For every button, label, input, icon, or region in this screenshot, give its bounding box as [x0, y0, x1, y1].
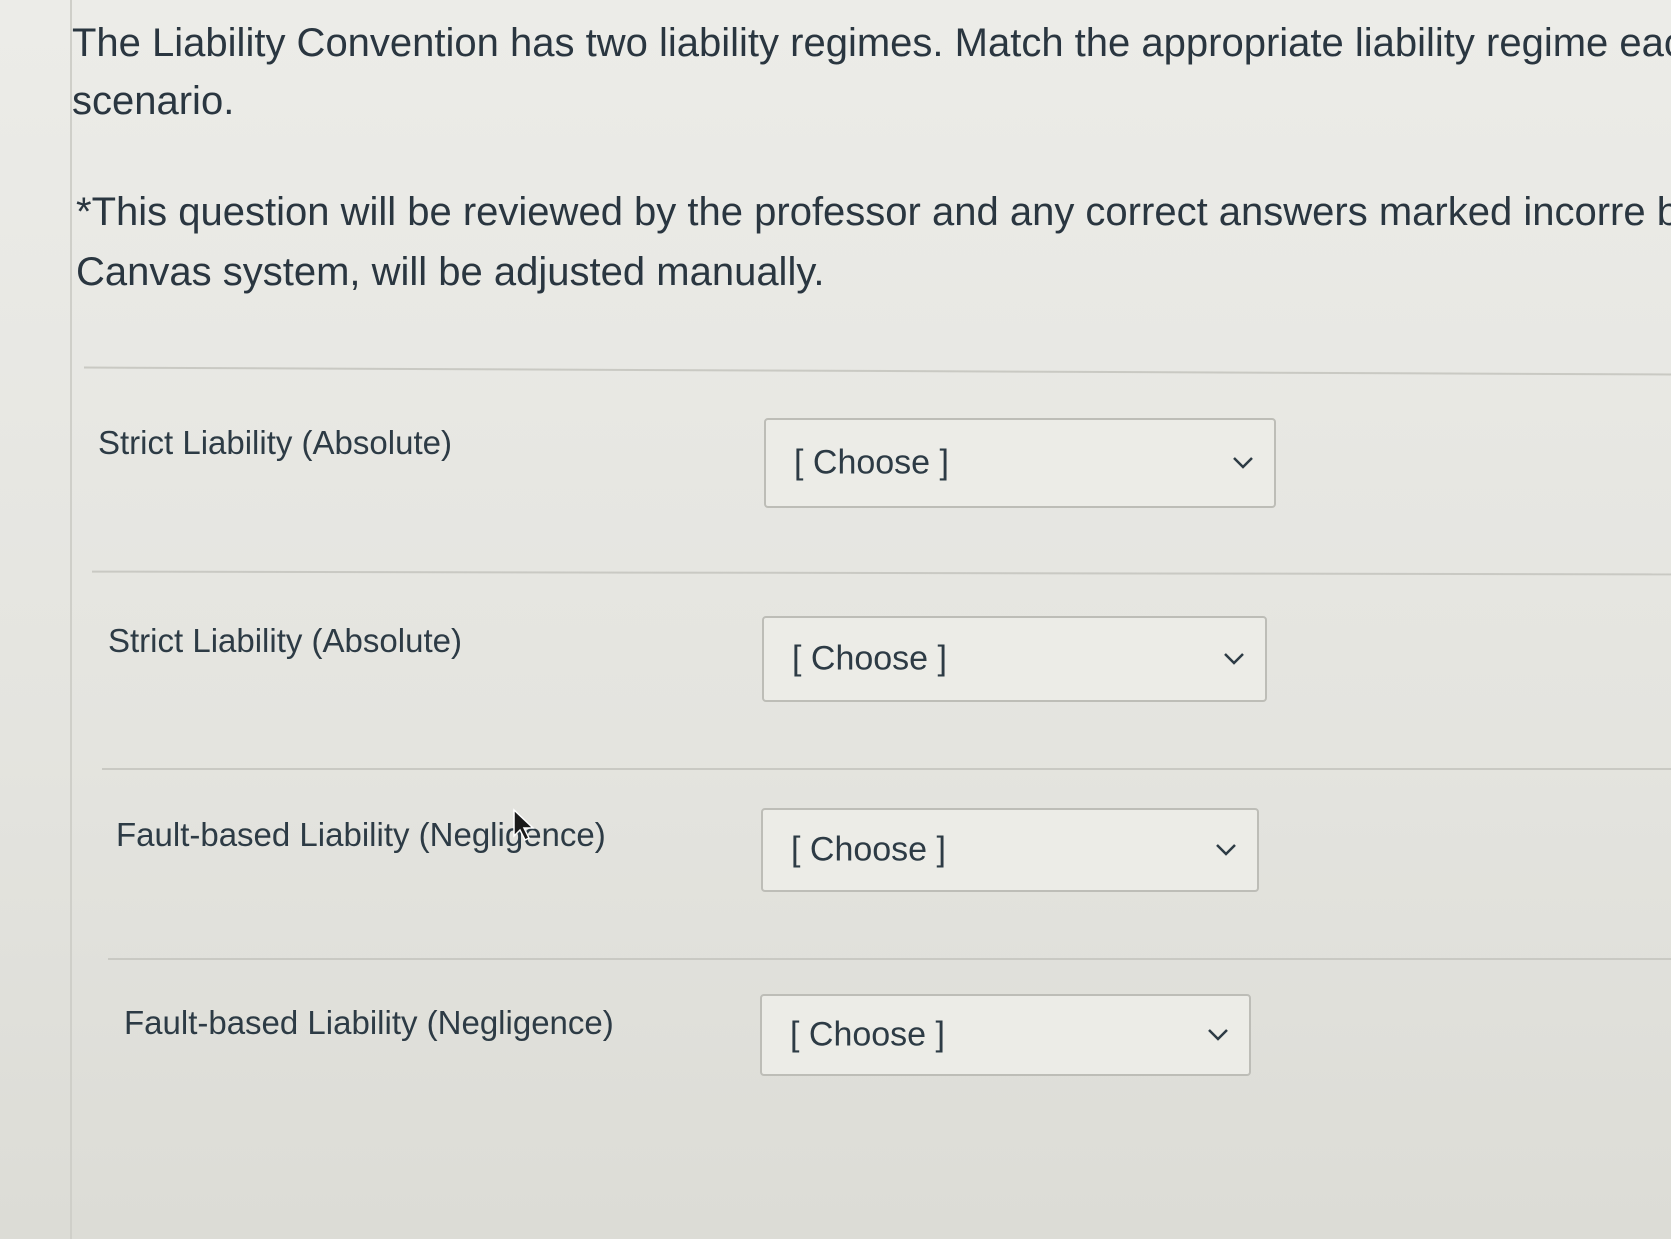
answer-select[interactable]: [ Choose ] [764, 418, 1276, 508]
question-note: *This question will be reviewed by the p… [76, 190, 1671, 294]
quiz-page: The Liability Convention has two liabili… [0, 0, 1671, 1239]
row-divider [84, 366, 1671, 376]
mouse-cursor-icon [513, 808, 535, 842]
chevron-down-icon [1208, 1029, 1228, 1041]
question-text: The Liability Convention has two liabili… [72, 21, 1671, 123]
select-value: [ Choose ] [794, 443, 949, 482]
select-value: [ Choose ] [791, 830, 946, 869]
chevron-down-icon [1233, 457, 1253, 469]
content-left-border [70, 0, 72, 1239]
row-divider [108, 958, 1671, 960]
answer-select[interactable]: [ Choose ] [761, 808, 1259, 892]
match-prompt-label: Strict Liability (Absolute) [108, 622, 462, 659]
row-divider [102, 768, 1671, 770]
chevron-down-icon [1224, 653, 1244, 665]
answer-select[interactable]: [ Choose ] [762, 616, 1267, 702]
match-prompt-label: Strict Liability (Absolute) [98, 424, 452, 461]
select-value: [ Choose ] [790, 1015, 945, 1054]
select-value: [ Choose ] [792, 639, 947, 678]
row-divider [91, 570, 1671, 576]
chevron-down-icon [1216, 844, 1236, 856]
match-prompt-label: Fault-based Liability (Negligence) [124, 1004, 614, 1041]
answer-select[interactable]: [ Choose ] [760, 994, 1251, 1076]
